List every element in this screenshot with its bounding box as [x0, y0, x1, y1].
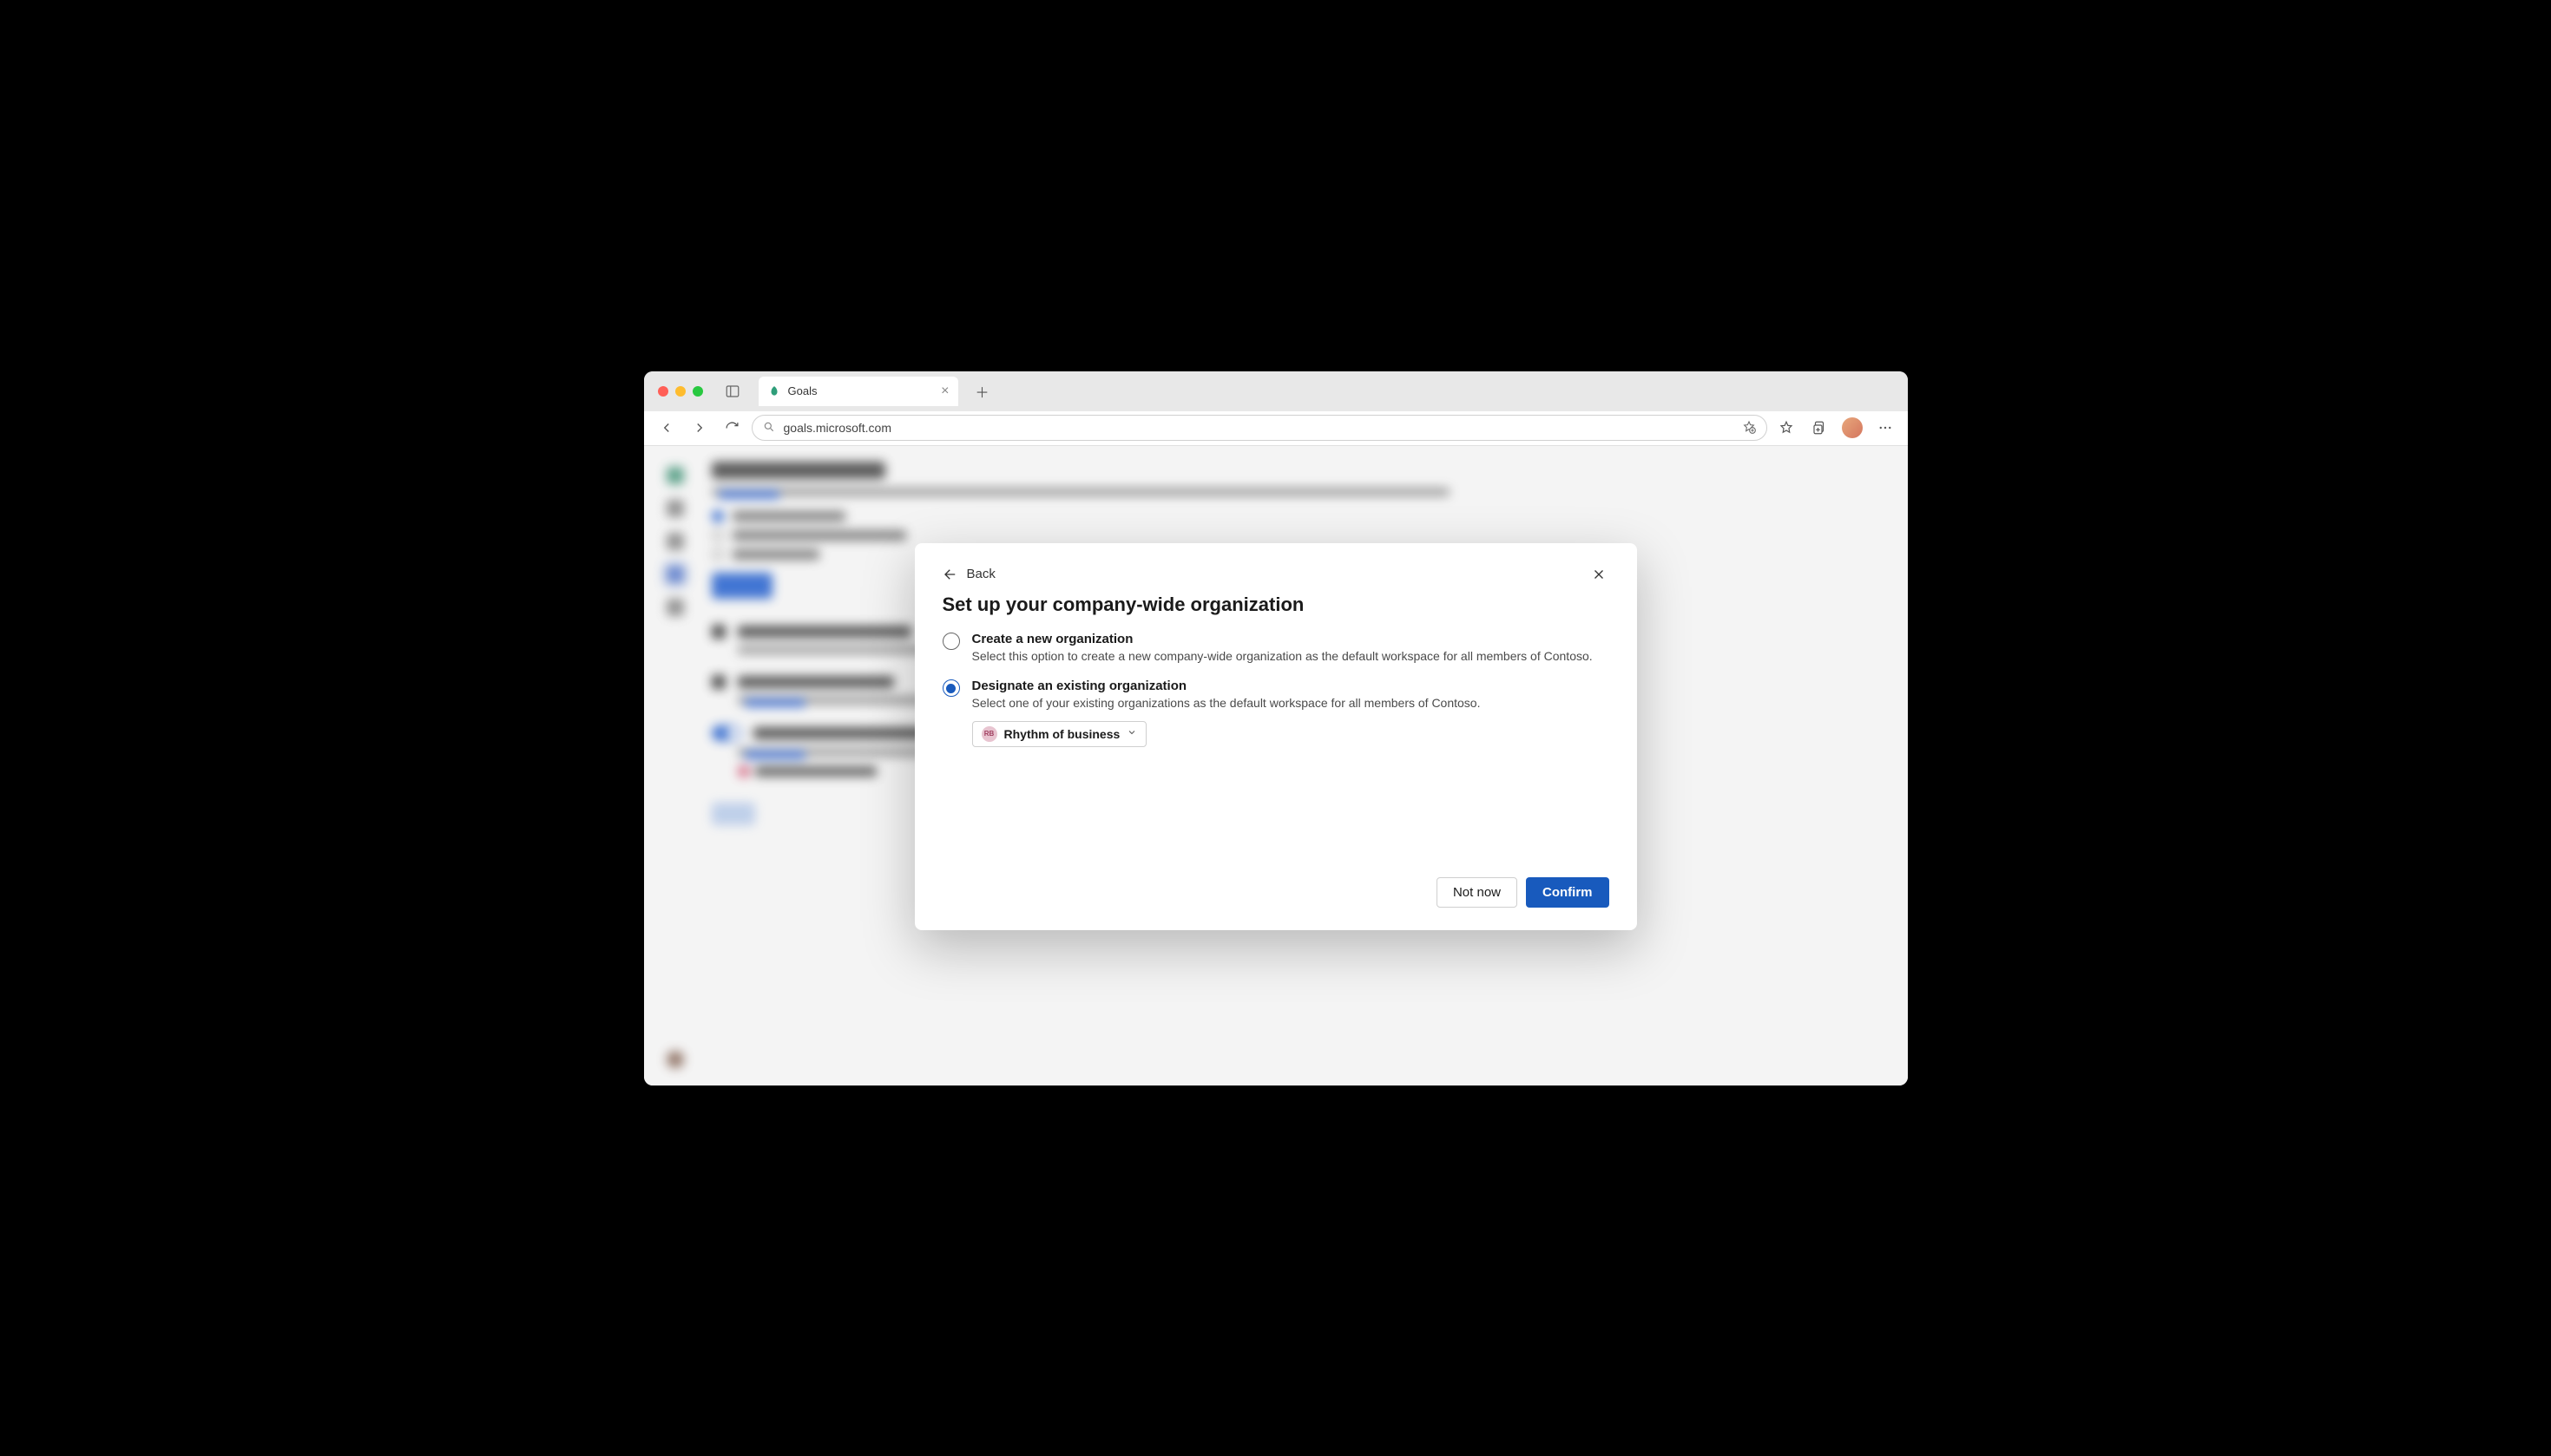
close-window-icon[interactable] [658, 386, 668, 397]
titlebar: Goals × ＋ [644, 371, 1908, 411]
org-dropdown[interactable]: RB Rhythm of business [972, 721, 1147, 747]
forward-nav-icon[interactable] [686, 414, 713, 442]
option-description: Select this option to create a new compa… [972, 648, 1609, 666]
profile-avatar[interactable] [1838, 414, 1866, 442]
tab-title: Goals [788, 384, 818, 397]
confirm-button[interactable]: Confirm [1526, 877, 1609, 908]
option-description: Select one of your existing organization… [972, 695, 1609, 712]
favorites-icon[interactable] [1772, 414, 1800, 442]
dialog-close-button[interactable] [1588, 564, 1609, 585]
option-label: Create a new organization [972, 632, 1609, 646]
new-tab-button[interactable]: ＋ [970, 379, 995, 403]
org-name: Rhythm of business [1004, 727, 1121, 741]
radio-create-new[interactable] [943, 633, 960, 650]
add-favorite-icon[interactable] [1742, 420, 1756, 436]
option-label: Designate an existing organization [972, 679, 1609, 693]
close-icon [1591, 567, 1607, 582]
tab-favicon-icon [767, 384, 781, 398]
modal-overlay: Back Set up your company-wide organizati… [644, 446, 1908, 1085]
back-label: Back [967, 567, 996, 581]
chevron-down-icon [1127, 726, 1137, 742]
dialog-back-button[interactable]: Back [943, 567, 996, 582]
arrow-left-icon [943, 567, 958, 582]
setup-org-dialog: Back Set up your company-wide organizati… [915, 543, 1637, 930]
dialog-title: Set up your company-wide organization [943, 594, 1609, 616]
option-create-new[interactable]: Create a new organization Select this op… [943, 632, 1609, 666]
more-icon[interactable] [1871, 414, 1899, 442]
page-content: Back Set up your company-wide organizati… [644, 446, 1908, 1085]
collections-icon[interactable] [1805, 414, 1833, 442]
radio-designate-existing[interactable] [943, 679, 960, 697]
minimize-window-icon[interactable] [675, 386, 686, 397]
option-designate-existing[interactable]: Designate an existing organization Selec… [943, 679, 1609, 747]
not-now-button[interactable]: Not now [1437, 877, 1517, 908]
back-nav-icon[interactable] [653, 414, 680, 442]
maximize-window-icon[interactable] [693, 386, 703, 397]
window-controls [658, 386, 703, 397]
tab-close-icon[interactable]: × [941, 384, 949, 399]
sidebar-toggle-icon[interactable] [720, 382, 745, 401]
url-text: goals.microsoft.com [784, 421, 891, 435]
address-bar[interactable]: goals.microsoft.com [752, 415, 1767, 441]
search-icon [763, 421, 775, 436]
refresh-icon[interactable] [719, 414, 746, 442]
browser-window: Goals × ＋ goals.microsoft.com [644, 371, 1908, 1085]
browser-tab[interactable]: Goals × [759, 377, 958, 406]
org-avatar-icon: RB [982, 726, 997, 742]
browser-toolbar: goals.microsoft.com [644, 411, 1908, 446]
